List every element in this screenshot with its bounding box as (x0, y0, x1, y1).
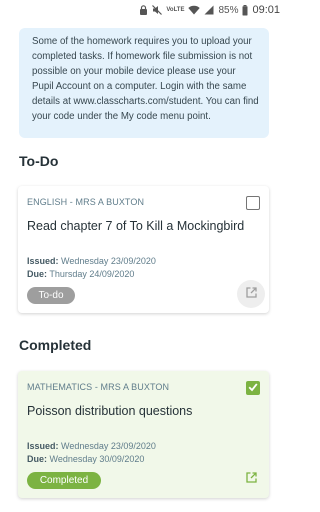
battery-icon (242, 4, 248, 16)
section-title-completed: Completed (19, 337, 92, 353)
status-bar: VoLTE 85% 09:01 (0, 0, 288, 20)
section-title-todo: To-Do (19, 153, 59, 169)
signal-icon (204, 5, 214, 15)
issued-date: Issued: Wednesday 23/09/2020 (27, 441, 156, 451)
issued-date: Issued: Wednesday 23/09/2020 (27, 256, 156, 266)
homework-complete-checkbox[interactable] (246, 196, 260, 210)
due-date: Due: Thursday 24/09/2020 (27, 269, 134, 279)
mute-icon (152, 5, 163, 15)
upload-info-text: Some of the homework requires you to upl… (32, 36, 259, 122)
status-badge-todo: To-do (27, 287, 75, 304)
open-homework-button[interactable] (237, 465, 265, 493)
notification-lock-icon (139, 5, 148, 15)
volte-indicator: VoLTE (166, 7, 185, 13)
homework-subject: ENGLISH - MRS A BUXTON (27, 197, 145, 207)
homework-card-completed[interactable]: MATHEMATICS - MRS A BUXTON Poisson distr… (18, 371, 269, 498)
due-date: Due: Wednesday 30/09/2020 (27, 454, 144, 464)
status-badge-completed: Completed (27, 472, 101, 489)
homework-card-todo[interactable]: ENGLISH - MRS A BUXTON Read chapter 7 of… (18, 186, 269, 313)
wifi-icon (188, 5, 201, 15)
due-value: Thursday 24/09/2020 (49, 269, 135, 279)
open-in-new-icon (245, 470, 257, 488)
issued-value: Wednesday 23/09/2020 (61, 256, 156, 266)
due-label: Due: (27, 269, 47, 279)
battery-percent: 85% (218, 4, 239, 16)
homework-title: Read chapter 7 of To Kill a Mockingbird (27, 219, 245, 233)
issued-label: Issued: (27, 441, 59, 451)
issued-label: Issued: (27, 256, 59, 266)
due-value: Wednesday 30/09/2020 (49, 454, 145, 464)
check-icon (248, 379, 258, 397)
open-in-new-icon (245, 285, 257, 303)
clock: 09:01 (252, 4, 280, 16)
homework-subject: MATHEMATICS - MRS A BUXTON (27, 382, 170, 392)
open-homework-button[interactable] (237, 280, 265, 308)
upload-info-banner: Some of the homework requires you to upl… (19, 28, 269, 138)
homework-title: Poisson distribution questions (27, 404, 193, 418)
due-label: Due: (27, 454, 47, 464)
issued-value: Wednesday 23/09/2020 (61, 441, 156, 451)
homework-complete-checkbox[interactable] (246, 381, 260, 395)
